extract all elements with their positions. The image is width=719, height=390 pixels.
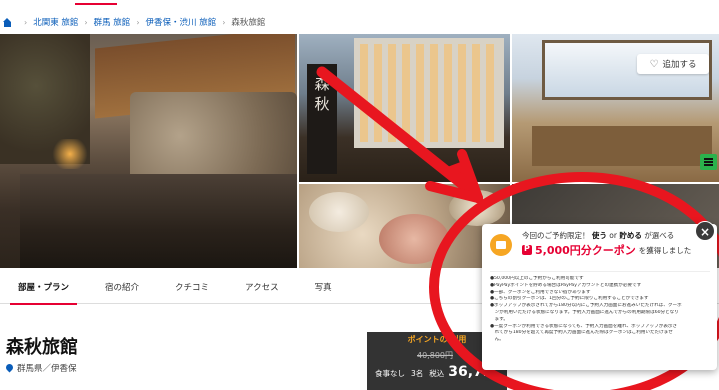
breadcrumb-separator: › bbox=[136, 17, 140, 27]
tab-access[interactable]: アクセス bbox=[227, 270, 297, 304]
breadcrumb-separator: › bbox=[24, 17, 28, 27]
popup-divider bbox=[490, 271, 710, 272]
popup-note: ●50,000円以上のご予約からご利用可能です bbox=[490, 276, 584, 281]
gallery-photo-exterior[interactable]: 森秋 bbox=[299, 34, 510, 182]
popup-coupon-amount: 5,000円分クーポン bbox=[535, 244, 636, 257]
top-bar bbox=[0, 0, 719, 6]
menu-icon[interactable] bbox=[700, 154, 717, 170]
popup-note: ます。 bbox=[490, 316, 508, 322]
popup-notes: ●50,000円以上のご予約からご利用可能です ●PayPayポイントを貯める場… bbox=[490, 276, 712, 344]
photo-lantern-glow bbox=[50, 139, 90, 169]
photo-plate bbox=[379, 214, 449, 264]
tab-introduction[interactable]: 宿の紹介 bbox=[87, 270, 157, 304]
price-meal-plan: 食事なし bbox=[375, 369, 405, 378]
popup-note: ●こちらの割引クーポンは、1回分のご予約に限りご利用することができます bbox=[490, 296, 649, 302]
add-favorite-label: 追加する bbox=[662, 60, 697, 70]
popup-note: ●ポップアップが表示されてから180分以内にご予約入力画面にお進みいただければ、… bbox=[490, 303, 682, 309]
home-icon[interactable] bbox=[3, 17, 12, 27]
popup-note: ンが利用いただける状態になります。予約入力画面に進んでからの利用期限は60分とな… bbox=[490, 309, 679, 315]
price-row: 食事なし 3名 税込 36,72 bbox=[375, 364, 493, 380]
popup-headline-save: 貯める bbox=[619, 231, 642, 240]
coupon-popup: 今回のご予約限定！ 使う or 貯める が選べる 5,000円分クーポン を獲得… bbox=[482, 221, 717, 370]
hotel-location-text: 群馬県／伊香保 bbox=[17, 364, 77, 374]
gallery-photo-open-air-bath[interactable] bbox=[0, 34, 297, 268]
breadcrumb-link-prefecture[interactable]: 群馬 旅館 bbox=[94, 16, 131, 28]
popup-headline-or: or bbox=[609, 231, 617, 240]
breadcrumb-separator: › bbox=[84, 17, 88, 27]
photo-plate bbox=[309, 192, 369, 232]
add-favorite-button[interactable]: ♡ 追加する bbox=[637, 54, 709, 74]
paypay-icon bbox=[522, 244, 532, 255]
breadcrumb-separator: › bbox=[222, 17, 226, 27]
popup-headline-suffix: が選べる bbox=[644, 231, 675, 240]
hotel-location: 群馬県／伊香保 bbox=[6, 362, 77, 374]
tab-reviews[interactable]: クチコミ bbox=[157, 270, 227, 304]
popup-amount-row: 5,000円分クーポン を獲得しました bbox=[522, 242, 691, 258]
nav-active-indicator bbox=[75, 3, 117, 5]
breadcrumb: › 北関東 旅館 › 群馬 旅館 › 伊香保・渋川 旅館 › 森秋旅館 bbox=[3, 14, 265, 30]
heart-icon: ♡ bbox=[649, 58, 659, 70]
photo-plate bbox=[449, 190, 505, 226]
popup-headline-prefix: 今回のご予約限定！ bbox=[522, 231, 590, 240]
breadcrumb-link-region[interactable]: 北関東 旅館 bbox=[33, 16, 78, 28]
map-pin-icon bbox=[6, 364, 13, 373]
popup-headline-use: 使う bbox=[591, 231, 607, 240]
photo-bath-water bbox=[20, 174, 297, 268]
price-original: 40,800円 bbox=[417, 351, 453, 360]
popup-note: ●PayPayポイントを貯める場合はPayPayアカウントとの連携が必要です bbox=[490, 282, 642, 288]
popup-note: ん。 bbox=[490, 337, 504, 343]
photo-building bbox=[354, 38, 504, 148]
gallery-photo-meal[interactable] bbox=[299, 184, 510, 268]
tab-rooms-plans[interactable]: 部屋・プラン bbox=[0, 270, 87, 305]
photo-table bbox=[532, 126, 712, 166]
price-guests: 3名 bbox=[411, 369, 424, 378]
photo-sign-text: 森秋 bbox=[314, 75, 330, 113]
price-tax-label: 税込 bbox=[429, 369, 445, 378]
coupon-icon bbox=[490, 234, 512, 256]
breadcrumb-current: 森秋旅館 bbox=[231, 18, 266, 28]
hotel-name: 森秋旅館 bbox=[6, 337, 78, 358]
breadcrumb-link-area[interactable]: 伊香保・渋川 旅館 bbox=[146, 16, 217, 28]
popup-headline: 今回のご予約限定！ 使う or 貯める が選べる bbox=[522, 230, 674, 241]
popup-note: ●一度クーポンが利用できる状態になっても、予約入力画面を離れ、ポップアップが表示… bbox=[490, 323, 678, 329]
popup-amount-suffix: を獲得しました bbox=[638, 245, 692, 255]
popup-note: れてから180分を超えて再度予約入力画面に進んだ際はクーポンはご利用いただけませ bbox=[490, 330, 673, 336]
tab-photos[interactable]: 写真 bbox=[297, 270, 350, 304]
close-button[interactable]: × bbox=[695, 221, 715, 241]
popup-note: ●一部、クーポンをご利用できない宿があります bbox=[490, 289, 591, 295]
